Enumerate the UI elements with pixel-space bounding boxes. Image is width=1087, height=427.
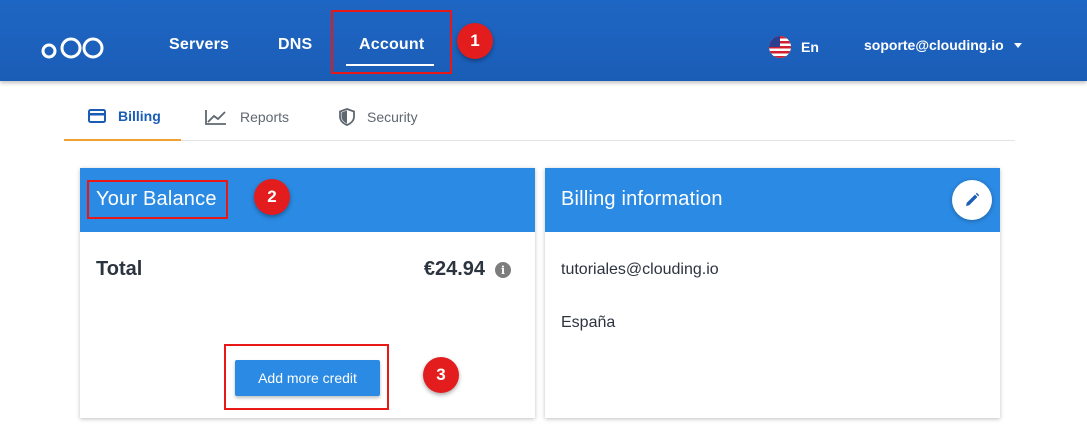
billing-country: España: [561, 314, 616, 331]
edit-billing-button[interactable]: [952, 180, 992, 220]
tab-reports-label: Reports: [240, 108, 290, 125]
pencil-icon: [966, 192, 980, 206]
caret-down-icon: [1013, 42, 1022, 48]
credit-card-icon: [88, 108, 106, 123]
highlight-your-balance: [87, 180, 228, 219]
trend-chart-icon: [205, 109, 226, 125]
step-badge-2: 2: [254, 179, 290, 215]
language-selector[interactable]: En: [769, 36, 819, 58]
tab-reports[interactable]: Reports: [204, 92, 289, 141]
clouding-logo[interactable]: [40, 32, 106, 60]
tab-billing-label: Billing: [118, 107, 161, 124]
user-menu[interactable]: soporte@clouding.io: [864, 37, 1022, 53]
top-navigation-bar: Servers DNS Account En soporte@clouding.…: [0, 0, 1087, 81]
tab-billing[interactable]: Billing: [64, 92, 181, 141]
tab-security-label: Security: [367, 108, 418, 125]
billing-email: tutoriales@clouding.io: [561, 261, 719, 278]
us-flag-icon: [769, 36, 791, 58]
shield-icon: [339, 107, 355, 126]
highlight-add-credit: [224, 344, 389, 410]
account-tabs: Billing Reports Security: [64, 92, 1015, 141]
step-badge-3: 3: [423, 357, 459, 393]
step-badge-1: 1: [457, 23, 493, 59]
language-label: En: [801, 39, 819, 55]
billing-card-title: Billing information: [561, 188, 723, 210]
billing-info-card: Billing information tutoriales@clouding.…: [545, 168, 1000, 418]
billing-card-header: Billing information: [545, 168, 1000, 232]
info-icon[interactable]: i: [495, 262, 511, 278]
nav-dns[interactable]: DNS: [278, 36, 312, 54]
tab-security[interactable]: Security: [339, 92, 418, 141]
total-label: Total: [96, 258, 143, 280]
highlight-account: [331, 10, 452, 74]
total-value: €24.94: [423, 258, 485, 280]
user-email: soporte@clouding.io: [864, 37, 1004, 53]
nav-servers[interactable]: Servers: [169, 36, 229, 54]
